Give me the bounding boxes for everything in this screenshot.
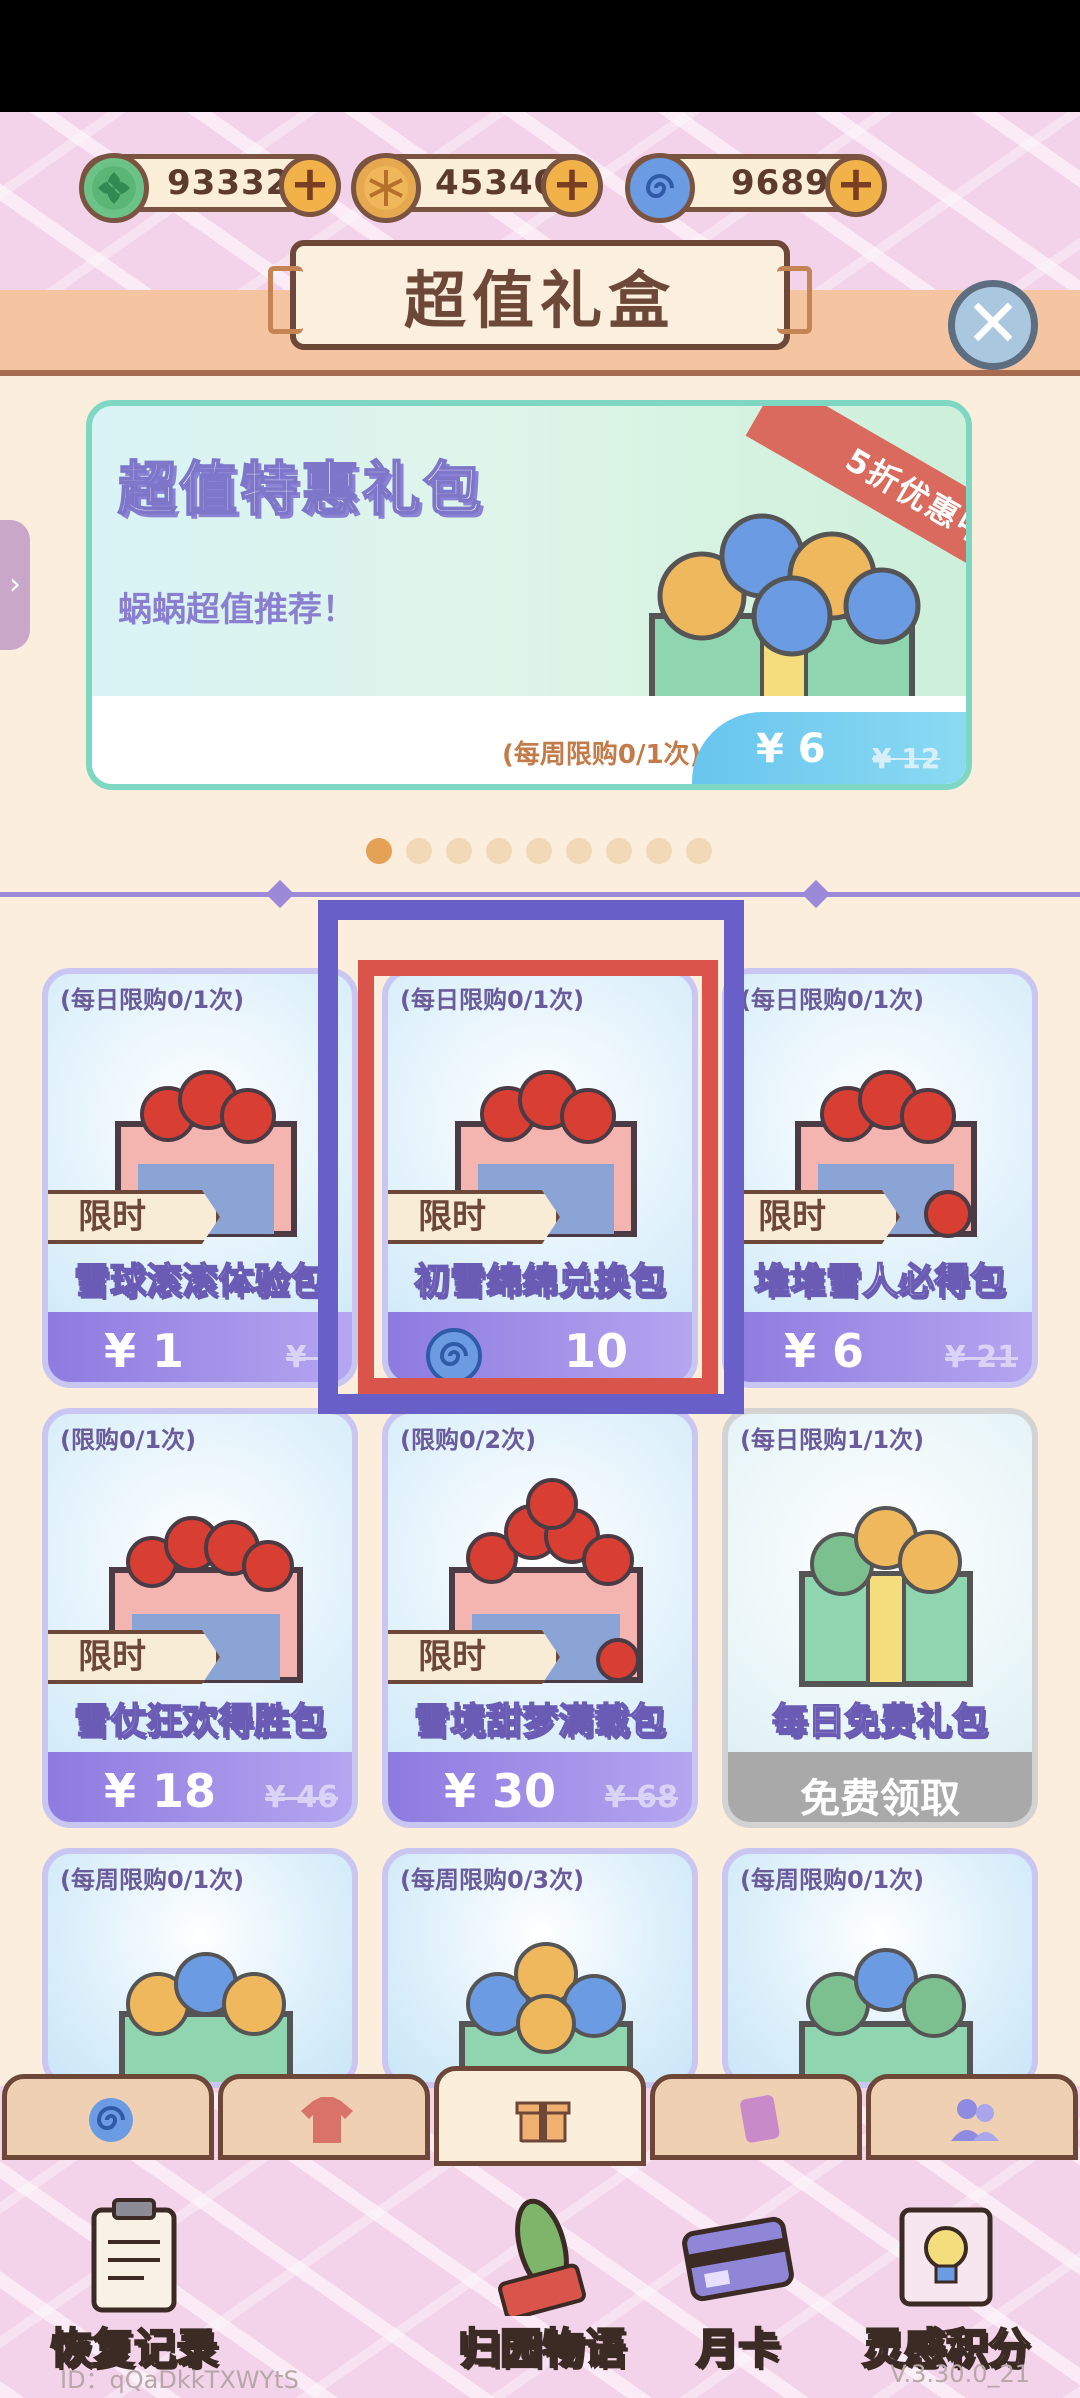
card-limit: (每周限购0/3次) — [400, 1866, 585, 1894]
card-old-price: ¥ 68 — [604, 1780, 678, 1815]
blue-swirl-coin-icon — [625, 153, 695, 223]
status-bar — [0, 0, 1080, 112]
page-dot[interactable] — [526, 838, 552, 864]
month-card-icon — [682, 2216, 794, 2302]
nav-garden-story[interactable]: 归园物语 — [432, 2196, 652, 2396]
gift-card[interactable]: (每周限购0/1次) — [722, 1848, 1038, 2088]
coin-gift-icon — [119, 1952, 293, 2082]
limited-tag: 限时 — [388, 1630, 560, 1684]
card-limit: (每日限购0/1次) — [60, 986, 245, 1014]
banner-price: ¥ 6 — [756, 726, 826, 772]
side-expand-tab[interactable]: › — [0, 520, 30, 650]
page-dot[interactable] — [566, 838, 592, 864]
limited-tag: 限时 — [728, 1190, 900, 1244]
banner-limit: (每周限购0/1次) — [502, 740, 702, 770]
add-gold-button[interactable]: + — [541, 155, 603, 217]
currency-gold: 453404 + — [351, 150, 603, 223]
friends-icon — [951, 2099, 999, 2141]
tab-friends[interactable] — [866, 2074, 1078, 2160]
coin-gift-icon — [459, 1942, 633, 2082]
card-name: 雪境甜梦满载包 — [413, 1700, 667, 1743]
card-icon — [740, 2095, 780, 2143]
user-id: ID：qQaDkkTXWYtS — [60, 2366, 299, 2394]
gift-card[interactable]: (每周限购0/3次) — [382, 1848, 698, 2088]
page-dot[interactable] — [686, 838, 712, 864]
page-dot[interactable] — [366, 838, 392, 864]
card-name: 雪球滚滚体验包 — [73, 1260, 327, 1303]
gift-card[interactable]: (每日限购1/1次) 每日免费礼包 免费领取 — [722, 1408, 1038, 1828]
banner-subtitle: 蜗蜗超值推荐！ — [118, 590, 356, 630]
card-limit: (每周限购0/1次) — [60, 1866, 245, 1894]
currency-blue: 9689 + — [625, 150, 887, 223]
page-dot[interactable] — [486, 838, 512, 864]
gift-card[interactable]: (每日限购0/1次) 限时 堆堆雪人必得包 ¥ 6 ¥ 21 — [722, 968, 1038, 1388]
clipboard-icon — [91, 2198, 177, 2313]
currency-clover: 93332 + — [79, 150, 341, 223]
page-title: 超值礼盒 — [403, 264, 676, 337]
currency-value: 9689 — [731, 163, 830, 203]
page-dot[interactable] — [606, 838, 632, 864]
card-price: ¥ 18 — [104, 1764, 217, 1818]
currency-value: 93332 — [167, 163, 291, 203]
card-price: ¥ 30 — [444, 1764, 557, 1818]
page-dot[interactable] — [406, 838, 432, 864]
currency-pill: 453404 + — [351, 153, 603, 223]
gift-icon — [515, 2101, 571, 2143]
cucumber-ticket-icon — [498, 2198, 586, 2316]
page-dot[interactable] — [446, 838, 472, 864]
card-limit: (每周限购0/1次) — [740, 1866, 925, 1894]
add-clover-button[interactable]: + — [279, 155, 341, 217]
category-tabs — [0, 2066, 1080, 2166]
coin-gift-icon — [799, 1506, 973, 1687]
currency-pill: 93332 + — [79, 153, 341, 223]
free-claim-button[interactable]: 免费领取 — [728, 1766, 1032, 1822]
shirt-icon — [301, 2097, 353, 2143]
lightbulb-icon — [899, 2207, 993, 2307]
clover-coin-icon — [79, 153, 149, 223]
tab-gifts[interactable] — [434, 2066, 646, 2166]
nav-label: 月卡 — [695, 2323, 781, 2374]
card-price: ¥ 1 — [104, 1324, 185, 1378]
banner-pagination — [366, 838, 712, 864]
coin-gift-icon — [799, 1948, 973, 2082]
card-name: 雪仗狂欢得胜包 — [73, 1700, 327, 1743]
card-old-price: ¥ 21 — [944, 1340, 1018, 1375]
card-limit: (每日限购0/1次) — [740, 986, 925, 1014]
banner-old-price: ¥ 12 — [872, 742, 941, 775]
tab-currency[interactable] — [2, 2074, 214, 2160]
close-button[interactable]: ✕ — [948, 280, 1038, 370]
nav-month-card[interactable]: 月卡 — [628, 2196, 848, 2396]
tab-outfits[interactable] — [218, 2074, 430, 2160]
gift-card[interactable]: (每周限购0/1次) — [42, 1848, 358, 2088]
title-plate: 超值礼盒 — [268, 240, 812, 350]
swirl-icon — [89, 2098, 133, 2142]
gift-card[interactable]: (每日限购0/1次) 限时 雪球滚滚体验包 ¥ 1 ¥ 4 — [42, 968, 358, 1388]
gift-card[interactable]: (限购0/1次) 限时 雪仗狂欢得胜包 ¥ 18 ¥ 46 — [42, 1408, 358, 1828]
gold-coin-icon — [351, 153, 421, 223]
nav-label: 归园物语 — [457, 2323, 627, 2374]
card-limit: (限购0/2次) — [400, 1426, 537, 1454]
card-old-price: ¥ 46 — [264, 1780, 338, 1815]
card-limit: (每日限购1/1次) — [740, 1426, 925, 1454]
card-price: ¥ 6 — [784, 1324, 865, 1378]
app-version: V.3.30.0_21 — [890, 2360, 1030, 2388]
limited-tag: 限时 — [48, 1630, 220, 1684]
selection-highlight-inner — [358, 960, 718, 1394]
gift-card[interactable]: (限购0/2次) 限时 雪境甜梦满载包 ¥ 30 ¥ 68 — [382, 1408, 698, 1828]
card-limit: (限购0/1次) — [60, 1426, 197, 1454]
limited-tag: 限时 — [48, 1190, 220, 1244]
tab-cards[interactable] — [650, 2074, 862, 2160]
section-divider — [0, 892, 1080, 897]
add-blue-button[interactable]: + — [825, 155, 887, 217]
banner-title: 超值特惠礼包 — [117, 454, 485, 524]
currency-pill: 9689 + — [625, 153, 887, 223]
card-name: 每日免费礼包 — [771, 1700, 989, 1743]
featured-banner[interactable]: 超值特惠礼包 蜗蜗超值推荐！ 5折优惠中 (每周限购0/1次) ¥ 6 ¥ 12 — [86, 400, 972, 790]
page-dot[interactable] — [646, 838, 672, 864]
card-name: 堆堆雪人必得包 — [753, 1260, 1007, 1303]
